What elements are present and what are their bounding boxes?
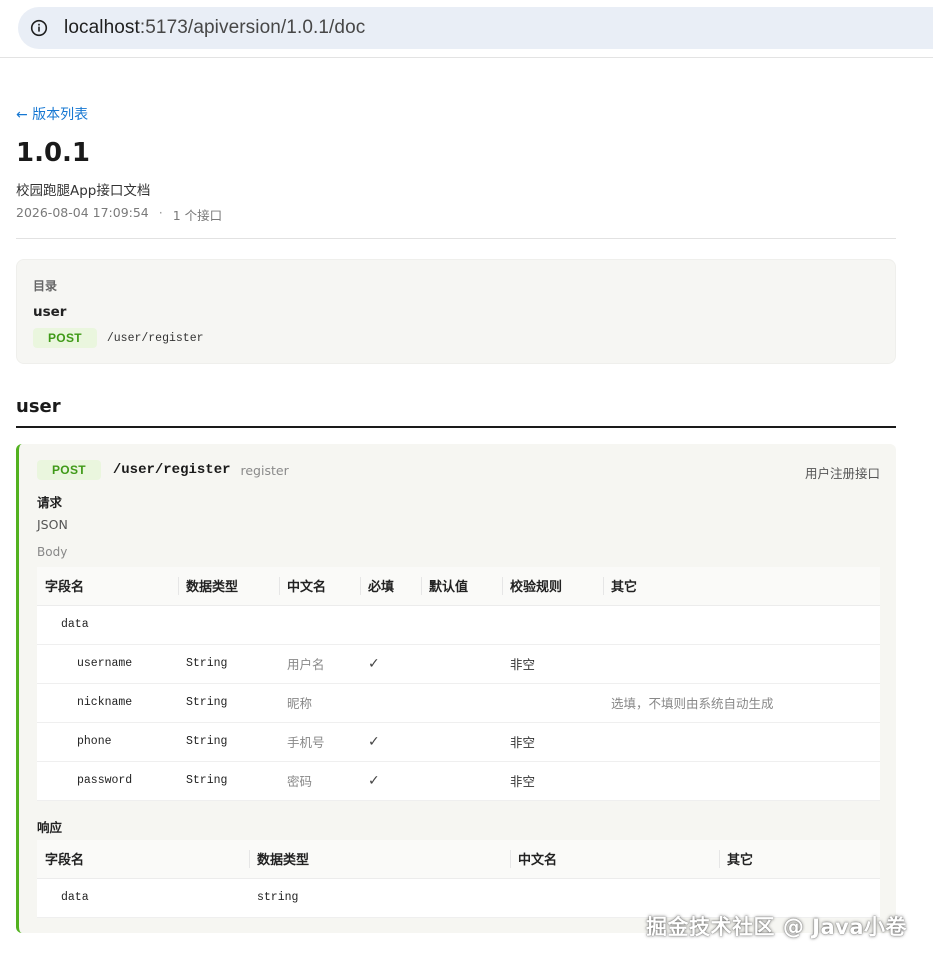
table-row: username String 用户名 ✓ 非空: [37, 644, 880, 684]
col-header: 其它: [603, 567, 880, 606]
field-default: [421, 722, 502, 762]
back-to-version-list-link[interactable]: ← 版本列表: [16, 104, 88, 124]
page-title: 1.0.1: [16, 138, 91, 168]
field-other: [603, 605, 880, 645]
body-label: Body: [37, 545, 68, 559]
field-type: string: [249, 878, 510, 918]
field-type: [178, 605, 279, 645]
url-text[interactable]: localhost:5173/apiversion/1.0.1/doc: [64, 17, 365, 39]
field-default: [421, 761, 502, 801]
info-icon[interactable]: [30, 19, 48, 37]
col-header: 必填: [360, 567, 421, 606]
field-type: String: [178, 644, 279, 684]
field-type: String: [178, 683, 279, 723]
watermark: 掘金技术社区 @ Java小卷: [646, 915, 907, 939]
col-header: 数据类型: [249, 840, 510, 879]
request-content-type: JSON: [37, 517, 68, 532]
api-card-user-register: POST /user/register register 用户注册接口 请求 J…: [16, 444, 896, 933]
field-cn-name: [279, 605, 360, 645]
col-header: 字段名: [37, 567, 178, 606]
field-cn-name: 手机号: [279, 722, 360, 762]
field-other: 选填，不填则由系统自动生成: [603, 683, 880, 723]
field-rule: [502, 683, 603, 723]
field-other: [603, 722, 880, 762]
browser-toolbar: localhost:5173/apiversion/1.0.1/doc: [0, 0, 933, 58]
field-default: [421, 683, 502, 723]
field-rule: 非空: [502, 722, 603, 762]
field-rule: [502, 605, 603, 645]
col-header: 其它: [719, 840, 880, 879]
field-required: [360, 605, 421, 645]
response-label: 响应: [37, 820, 63, 835]
field-cn-name: 昵称: [279, 683, 360, 723]
table-row: password String 密码 ✓ 非空: [37, 761, 880, 801]
field-other: [603, 761, 880, 801]
response-params-table: 字段名 数据类型 中文名 其它 data string: [37, 840, 880, 918]
table-header-row: 字段名 数据类型 中文名 其它: [37, 840, 880, 879]
field-name: nickname: [37, 683, 178, 723]
meta-separator: ·: [158, 205, 163, 220]
field-name: data: [37, 878, 249, 918]
method-badge: POST: [33, 328, 97, 348]
field-rule: 非空: [502, 761, 603, 801]
table-row: nickname String 昵称 选填，不填则由系统自动生成: [37, 683, 880, 723]
toc-group-user: user: [33, 304, 67, 320]
field-required: [360, 683, 421, 723]
col-header: 数据类型: [178, 567, 279, 606]
field-name: password: [37, 761, 178, 801]
url-host: localhost: [64, 17, 140, 38]
address-bar[interactable]: localhost:5173/apiversion/1.0.1/doc: [18, 7, 933, 49]
request-label: 请求: [37, 495, 63, 510]
api-summary: 用户注册接口: [804, 466, 880, 481]
section-title-user: user: [16, 396, 61, 417]
field-name: username: [37, 644, 178, 684]
col-header: 校验规则: [502, 567, 603, 606]
col-header: 默认值: [421, 567, 502, 606]
method-badge: POST: [37, 460, 101, 480]
page-meta: 2026-08-04 17:09:54 · 1 个接口: [16, 205, 222, 224]
toc-title: 目录: [33, 279, 58, 293]
field-required: ✓: [360, 761, 421, 801]
field-cn-name: 密码: [279, 761, 360, 801]
field-cn-name: 用户名: [279, 644, 360, 684]
field-rule: 非空: [502, 644, 603, 684]
field-type: String: [178, 722, 279, 762]
field-default: [421, 605, 502, 645]
field-other: [603, 644, 880, 684]
table-header-row: 字段名 数据类型 中文名 必填 默认值 校验规则 其它: [37, 567, 880, 606]
request-params-table: 字段名 数据类型 中文名 必填 默认值 校验规则 其它 data usernam…: [37, 567, 880, 801]
field-required: ✓: [360, 722, 421, 762]
section-underline: [16, 426, 896, 428]
table-of-contents: 目录 user POST /user/register: [16, 259, 896, 364]
field-name: phone: [37, 722, 178, 762]
col-header: 中文名: [510, 840, 719, 879]
api-count: 1 个接口: [172, 208, 223, 223]
field-name: data: [37, 605, 178, 645]
api-name: register: [240, 462, 289, 478]
page-description: 校园跑腿App接口文档: [16, 183, 151, 199]
toc-item-user-register[interactable]: POST /user/register: [33, 328, 204, 348]
divider: [16, 238, 896, 239]
field-type: String: [178, 761, 279, 801]
api-path: /user/register: [112, 462, 231, 478]
toc-item-path: /user/register: [106, 331, 204, 345]
col-header: 中文名: [279, 567, 360, 606]
table-row: data: [37, 605, 880, 645]
col-header: 字段名: [37, 840, 249, 879]
field-default: [421, 644, 502, 684]
url-path: :5173/apiversion/1.0.1/doc: [139, 17, 366, 38]
timestamp: 2026-08-04 17:09:54: [16, 205, 149, 220]
table-row: phone String 手机号 ✓ 非空: [37, 722, 880, 762]
api-header: POST /user/register register: [37, 460, 289, 480]
field-required: ✓: [360, 644, 421, 684]
